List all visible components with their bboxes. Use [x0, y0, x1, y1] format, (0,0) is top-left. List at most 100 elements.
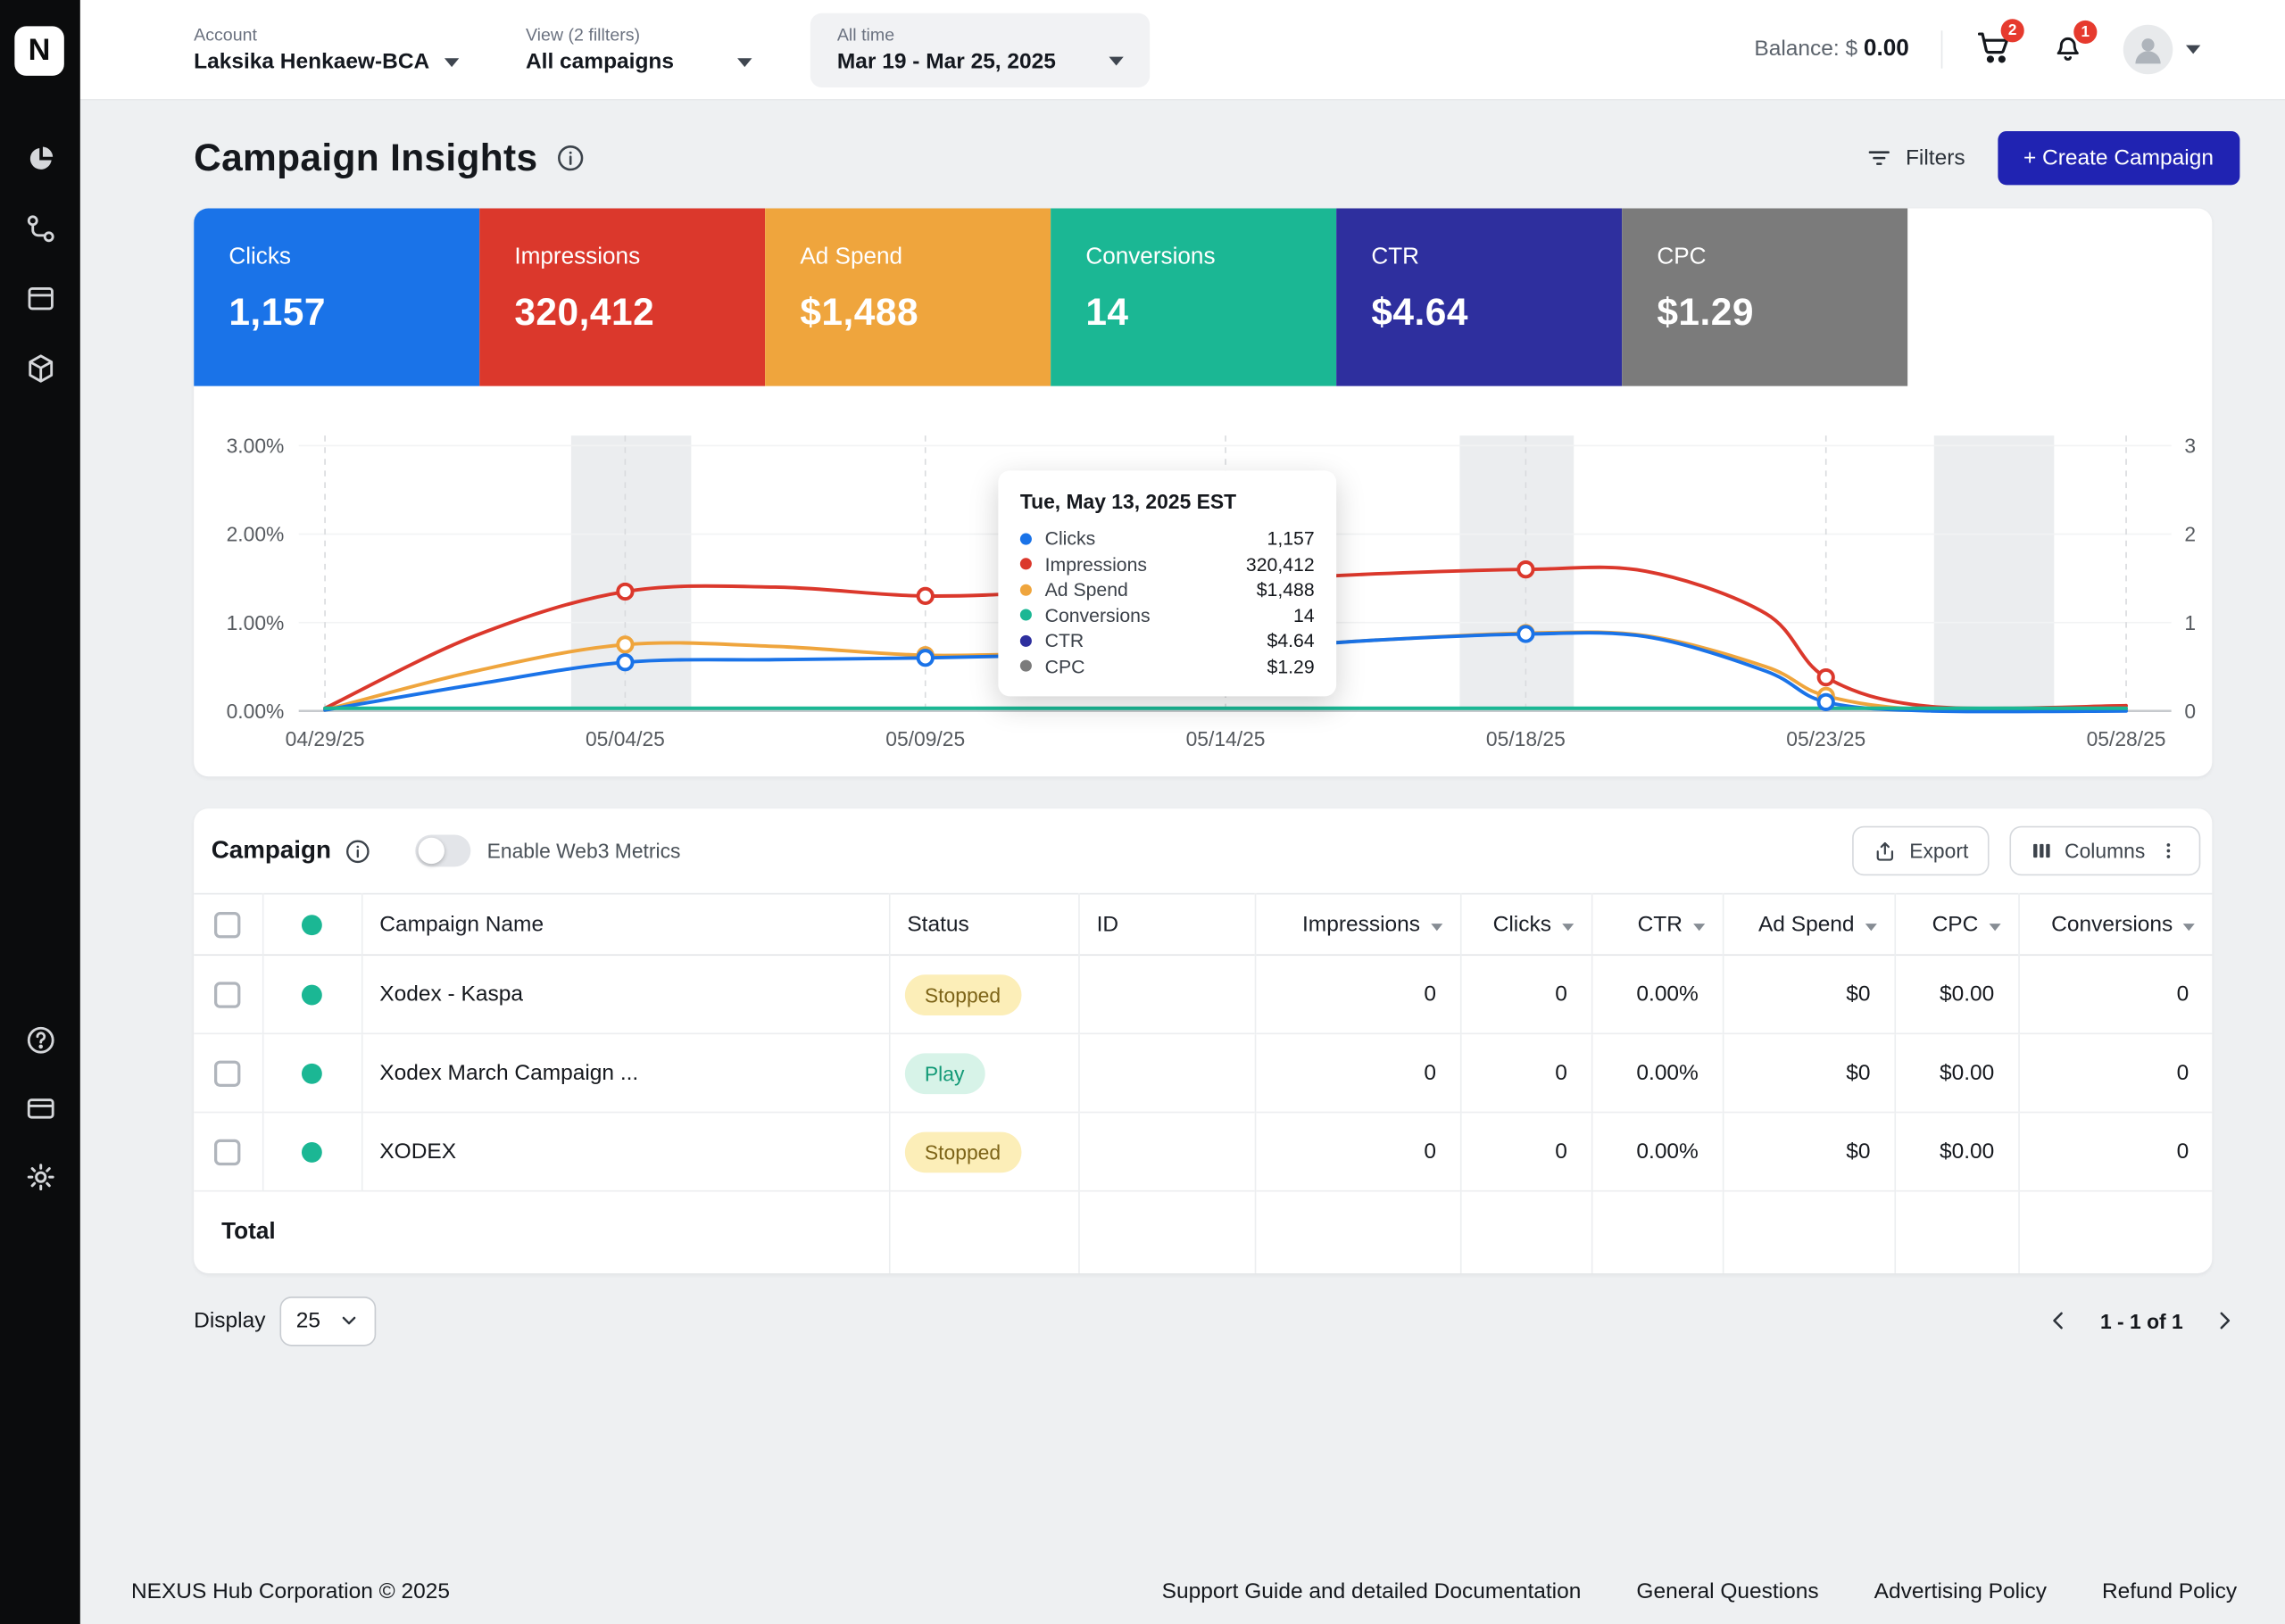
- status-badge: Stopped: [904, 1131, 1021, 1172]
- profile-menu[interactable]: [2123, 24, 2201, 75]
- metric-value: $4.64: [1371, 289, 1469, 334]
- balance: Balance: $ 0.00: [1754, 37, 1908, 62]
- daterange-selector[interactable]: All time Mar 19 - Mar 25, 2025: [810, 12, 1150, 87]
- export-button[interactable]: Export: [1852, 825, 1990, 876]
- columns-button[interactable]: Columns: [2009, 825, 2201, 876]
- pagination: 1 - 1 of 1: [2043, 1305, 2239, 1336]
- row-checkbox[interactable]: [214, 1059, 241, 1087]
- row-checkbox[interactable]: [214, 981, 241, 1008]
- kebab-menu-icon: [2166, 843, 2171, 858]
- row-checkbox[interactable]: [214, 1138, 241, 1165]
- campaigns-panel-icon[interactable]: [24, 283, 56, 315]
- tooltip-row: Ad Spend $1,488: [1019, 577, 1315, 603]
- footer-link-refund-policy[interactable]: Refund Policy: [2102, 1579, 2237, 1604]
- account-label: Account: [194, 24, 257, 46]
- impressions-cell: 0: [1254, 1033, 1461, 1113]
- footer-link-advertising-policy[interactable]: Advertising Policy: [1874, 1579, 2047, 1604]
- web3-metrics-toggle[interactable]: [415, 834, 471, 867]
- footer-link-support[interactable]: Support Guide and detailed Documentation: [1162, 1579, 1582, 1604]
- total-row: Total: [194, 1190, 2212, 1273]
- col-clicks[interactable]: Clicks: [1459, 893, 1592, 956]
- col-ctr[interactable]: CTR: [1591, 893, 1724, 956]
- status-badge: Play: [904, 1052, 985, 1094]
- metric-value: $1.29: [1657, 289, 1755, 334]
- chevron-left-icon: [2053, 1312, 2064, 1330]
- settings-gear-icon[interactable]: [24, 1161, 56, 1193]
- table-row: Xodex March Campaign ... Play 0 0 0.00% $0 $0.…: [194, 1033, 2213, 1113]
- analytics-pie-icon[interactable]: [24, 143, 56, 175]
- workflow-nodes-icon[interactable]: [24, 212, 56, 244]
- view-value: All campaigns: [525, 49, 674, 75]
- info-icon[interactable]: [555, 142, 586, 172]
- svg-text:05/04/25: 05/04/25: [586, 727, 665, 750]
- filters-button[interactable]: Filters: [1848, 132, 1983, 183]
- ctr-cell: 0.00%: [1591, 955, 1724, 1034]
- columns-icon: [2032, 843, 2050, 858]
- account-selector[interactable]: Account Laksika Henkaew-BCA: [194, 24, 459, 74]
- export-icon: [1877, 841, 1894, 860]
- chevron-down-icon: [2185, 45, 2201, 54]
- col-id[interactable]: ID: [1078, 893, 1256, 956]
- metric-tile-clicks[interactable]: Clicks 1,157: [194, 208, 480, 386]
- cart-button[interactable]: 2: [1974, 18, 2024, 72]
- sort-caret-icon: [1692, 924, 1705, 932]
- select-all-checkbox[interactable]: [214, 911, 241, 938]
- footer-link-general-questions[interactable]: General Questions: [1636, 1579, 1818, 1604]
- create-campaign-button[interactable]: + Create Campaign: [1997, 130, 2240, 185]
- chevron-down-icon: [1108, 56, 1124, 66]
- chevron-down-icon: [444, 57, 459, 67]
- metric-tile-impressions[interactable]: Impressions 320,412: [479, 208, 766, 386]
- cpc-cell: $0.00: [1894, 1033, 2020, 1113]
- series-dot: [1019, 634, 1032, 647]
- metric-tile-conversions[interactable]: Conversions 14: [1051, 208, 1337, 386]
- svg-text:05/09/25: 05/09/25: [885, 727, 965, 750]
- row-status-dot: [301, 984, 322, 1006]
- toggle-knob: [418, 837, 445, 865]
- table-header-row: Campaign Name Status ID Impressions Clic…: [194, 893, 2213, 956]
- col-campaign-name[interactable]: Campaign Name: [361, 893, 890, 956]
- notifications-badge: 1: [2073, 20, 2098, 44]
- insights-chart[interactable]: 0.00% 1.00% 2.00% 3.00% 0 1 2 3 04/29/25 05/04/25…: [194, 386, 2212, 777]
- chevron-down-icon: [342, 1316, 356, 1325]
- col-status[interactable]: Status: [888, 893, 1079, 956]
- col-cpc[interactable]: CPC: [1894, 893, 2020, 956]
- ctr-cell: 0.00%: [1591, 1033, 1724, 1113]
- help-icon[interactable]: [24, 1024, 56, 1056]
- page-footer: NEXUS Hub Corporation © 2025 Support Gui…: [131, 1579, 2237, 1604]
- notifications-button[interactable]: 1: [2050, 20, 2098, 70]
- conversions-cell: 0: [2176, 1060, 2189, 1086]
- app-logo[interactable]: N: [14, 26, 64, 76]
- col-ad-spend[interactable]: Ad Spend: [1722, 893, 1896, 956]
- metric-tile-cpc[interactable]: CPC $1.29: [1622, 208, 1908, 386]
- campaign-name-cell[interactable]: Xodex March Campaign ...: [361, 1033, 890, 1113]
- metric-tile-ctr[interactable]: CTR $4.64: [1336, 208, 1623, 386]
- metric-label: Clicks: [228, 244, 291, 270]
- view-label: View (2 fillters): [525, 24, 641, 46]
- total-label: Total: [194, 1190, 890, 1273]
- prev-page-button[interactable]: [2043, 1305, 2073, 1336]
- impressions-cell: 0: [1254, 955, 1461, 1034]
- billing-card-icon[interactable]: [24, 1092, 56, 1124]
- sort-caret-icon: [1430, 924, 1442, 932]
- col-impressions[interactable]: Impressions: [1254, 893, 1461, 956]
- cpc-cell: $0.00: [1894, 1112, 2020, 1191]
- campaign-name-cell[interactable]: Xodex - Kaspa: [361, 955, 890, 1034]
- balance-label: Balance: $: [1754, 36, 1858, 62]
- metric-tile-ad-spend[interactable]: Ad Spend $1,488: [765, 208, 1051, 386]
- status-cell: Stopped: [888, 1112, 1079, 1191]
- package-cube-icon[interactable]: [24, 352, 56, 385]
- info-icon[interactable]: [345, 837, 372, 865]
- id-cell: [1078, 1033, 1256, 1113]
- campaign-name-cell[interactable]: XODEX: [361, 1112, 890, 1191]
- col-conversions[interactable]: Conversions: [2018, 894, 2212, 956]
- view-selector[interactable]: View (2 fillters) All campaigns: [525, 24, 753, 75]
- series-dot: [1019, 533, 1032, 545]
- metric-label: Ad Spend: [800, 244, 903, 270]
- sort-caret-icon: [2182, 924, 2195, 932]
- cart-badge: 2: [2000, 18, 2024, 42]
- display-count-select[interactable]: 25: [279, 1296, 377, 1346]
- svg-text:1: 1: [2184, 611, 2196, 634]
- ad-spend-cell: $0: [1722, 955, 1896, 1034]
- conversions-cell: 0: [2176, 982, 2189, 1007]
- next-page-button[interactable]: [2209, 1305, 2239, 1336]
